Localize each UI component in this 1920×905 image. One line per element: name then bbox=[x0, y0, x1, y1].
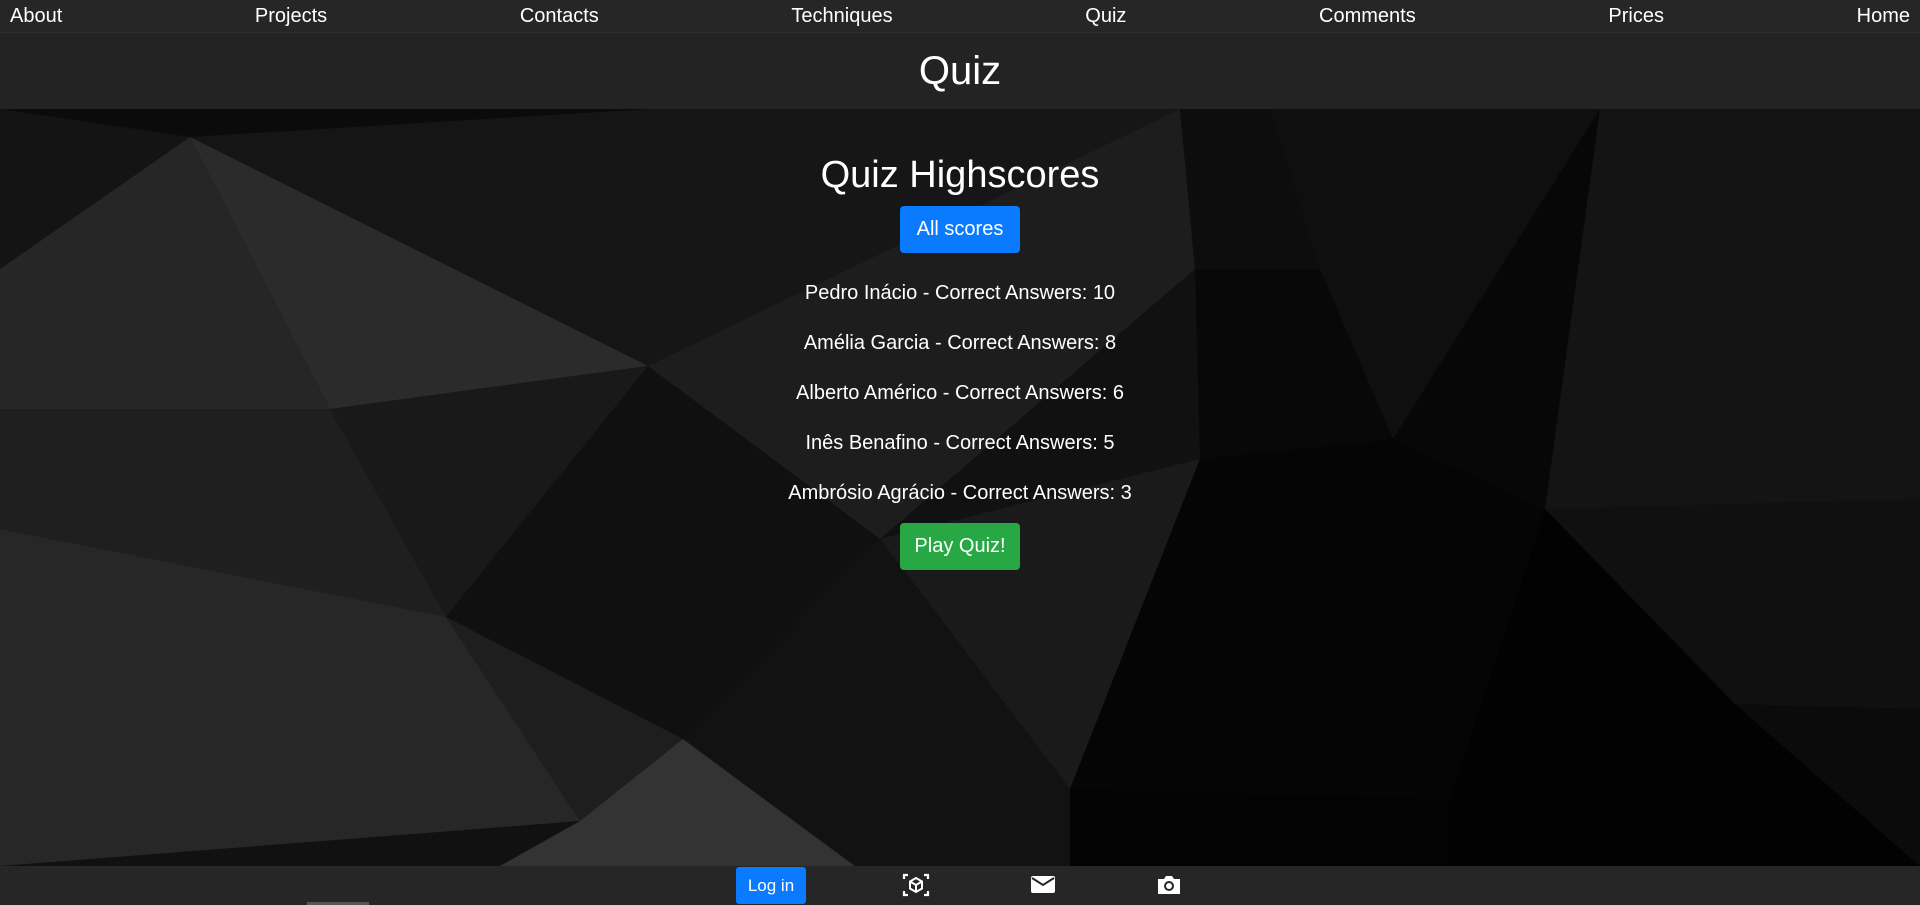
score-list: Pedro Inácio - Correct Answers: 10 Améli… bbox=[0, 277, 1920, 527]
top-navigation: About Projects Contacts Techniques Quiz … bbox=[0, 0, 1920, 33]
page-header: Quiz bbox=[0, 33, 1920, 109]
play-quiz-button[interactable]: Play Quiz! bbox=[900, 523, 1020, 570]
nav-link-home[interactable]: Home bbox=[1857, 0, 1910, 33]
login-button[interactable]: Log in bbox=[736, 867, 806, 904]
score-item: Ambrósio Agrácio - Correct Answers: 3 bbox=[788, 482, 1132, 504]
nav-link-contacts[interactable]: Contacts bbox=[520, 0, 599, 33]
nav-link-projects[interactable]: Projects bbox=[255, 0, 327, 33]
all-scores-button[interactable]: All scores bbox=[900, 206, 1020, 253]
page-title: Quiz bbox=[918, 48, 1002, 93]
highscores-heading: Quiz Highscores bbox=[820, 154, 1100, 196]
nav-link-quiz[interactable]: Quiz bbox=[1085, 0, 1126, 33]
score-item: Pedro Inácio - Correct Answers: 10 bbox=[804, 282, 1116, 304]
score-item: Alberto Américo - Correct Answers: 6 bbox=[796, 382, 1124, 404]
nav-link-comments[interactable]: Comments bbox=[1319, 0, 1416, 33]
3d-cube-icon[interactable] bbox=[901, 872, 931, 898]
camera-icon[interactable] bbox=[1154, 872, 1184, 898]
mail-icon[interactable] bbox=[1028, 872, 1058, 898]
nav-link-prices[interactable]: Prices bbox=[1608, 0, 1664, 33]
nav-link-techniques[interactable]: Techniques bbox=[791, 0, 892, 33]
footer-bar: Log in bbox=[0, 866, 1920, 905]
score-item: Inês Benafino - Correct Answers: 5 bbox=[805, 432, 1115, 454]
highscores-panel: Quiz Highscores All scores Pedro Inácio … bbox=[0, 109, 1920, 866]
nav-link-about[interactable]: About bbox=[10, 0, 62, 33]
main-area: Quiz Highscores All scores Pedro Inácio … bbox=[0, 109, 1920, 866]
score-item: Amélia Garcia - Correct Answers: 8 bbox=[803, 332, 1117, 354]
